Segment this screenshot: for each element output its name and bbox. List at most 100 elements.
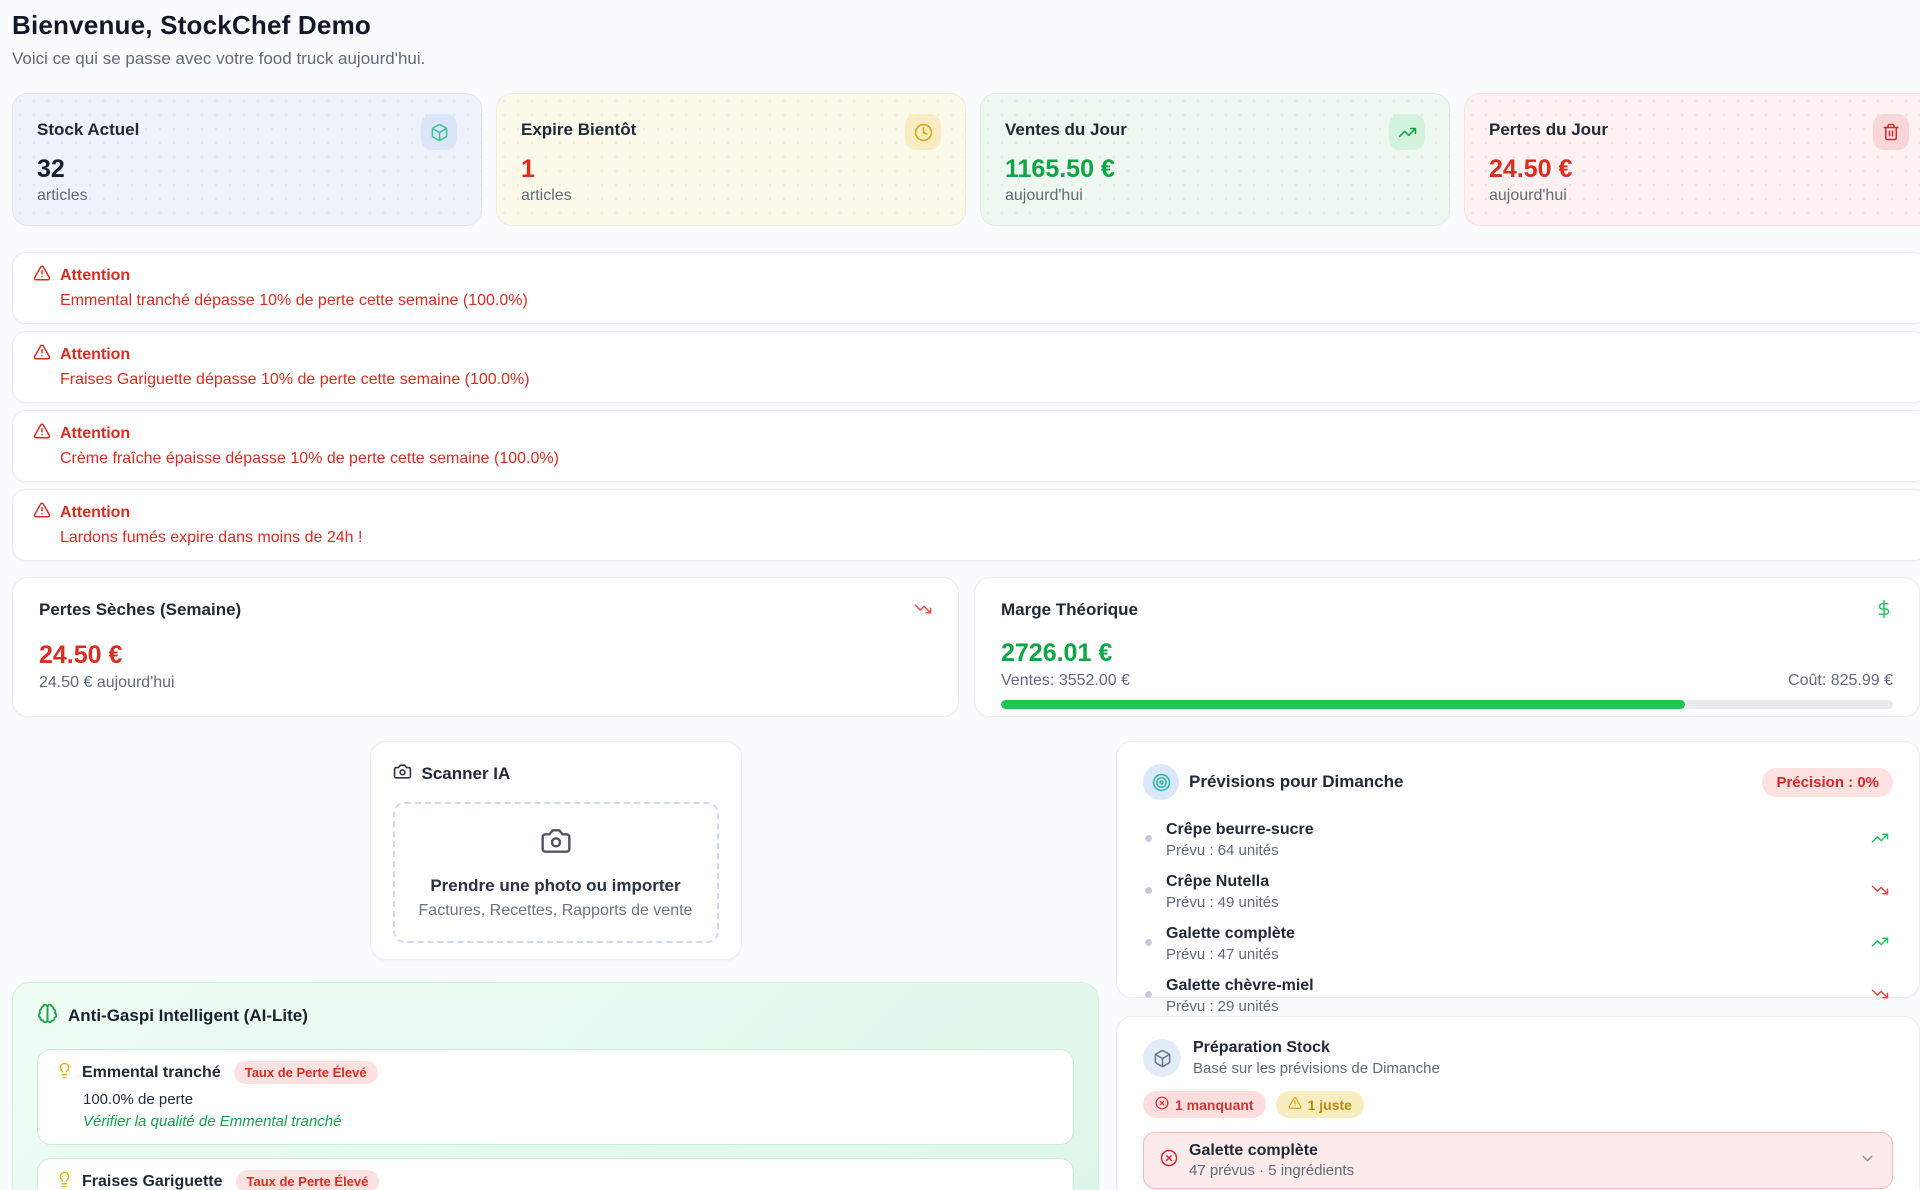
item-name: Emmental tranché (82, 1064, 221, 1082)
bullet-dot-icon (1145, 835, 1152, 842)
scanner-title: Scanner IA (422, 764, 511, 784)
weekly-losses-value: 24.50 € (39, 641, 932, 670)
trending-down-icon (1871, 881, 1889, 904)
weekly-losses-sub: 24.50 € aujourd'hui (39, 674, 932, 692)
bullet-dot-icon (1145, 991, 1152, 998)
alert-triangle-icon (33, 343, 51, 366)
alert-title: Attention (60, 425, 130, 443)
stat-title: Pertes du Jour (1489, 114, 1608, 140)
forecast-item-qty: Prévu : 29 unités (1166, 998, 1314, 1015)
dollar-sign-icon (1875, 600, 1893, 623)
dropzone-title: Prendre une photo ou importer (430, 876, 680, 896)
dashboard-page: Bienvenue, StockChef Demo Voici ce qui s… (0, 0, 1920, 1190)
alert-title: Attention (60, 267, 130, 285)
trending-up-icon (1871, 829, 1889, 852)
camera-icon (393, 762, 412, 786)
bullet-dot-icon (1145, 939, 1152, 946)
prep-row-name: Galette complète (1189, 1142, 1354, 1160)
prep-subtitle: Basé sur les prévisions de Dimanche (1193, 1060, 1440, 1077)
prep-row[interactable]: Galette complète 47 prévus · 5 ingrédien… (1143, 1132, 1893, 1189)
stat-card-expiring[interactable]: Expire Bientôt 1 articles (496, 93, 966, 226)
trending-up-icon (1389, 114, 1425, 150)
margin-value: 2726.01 € (1001, 639, 1893, 668)
trash-icon (1873, 114, 1909, 150)
margin-card: Marge Théorique 2726.01 € Ventes: 3552.0… (974, 577, 1920, 717)
anti-gaspi-item[interactable]: Emmental tranché Taux de Perte Élevé 100… (37, 1049, 1074, 1145)
badge-label: 1 manquant (1175, 1097, 1254, 1113)
scanner-card: Scanner IA Prendre une photo ou importer… (370, 741, 742, 960)
alert-triangle-icon (1288, 1096, 1302, 1113)
weekly-losses-title: Pertes Sèches (Semaine) (39, 600, 241, 620)
margin-title: Marge Théorique (1001, 600, 1138, 620)
x-circle-icon (1160, 1149, 1178, 1172)
loss-rate-badge: Taux de Perte Élevé (234, 1061, 378, 1084)
alert-row[interactable]: Attention Emmental tranché dépasse 10% d… (12, 252, 1920, 324)
forecast-row[interactable]: Crêpe beurre-sucre Prévu : 64 unités (1143, 814, 1893, 866)
forecast-item-name: Crêpe beurre-sucre (1166, 821, 1314, 839)
forecast-item-qty: Prévu : 47 unités (1166, 946, 1295, 963)
forecast-row[interactable]: Galette complète Prévu : 47 unités (1143, 918, 1893, 970)
forecast-title: Prévisions pour Dimanche (1189, 772, 1403, 792)
alert-triangle-icon (33, 501, 51, 524)
stat-card-sales[interactable]: Ventes du Jour 1165.50 € aujourd'hui (980, 93, 1450, 226)
stat-title: Stock Actuel (37, 114, 139, 140)
badge-label: 1 juste (1308, 1097, 1352, 1113)
clock-icon (905, 114, 941, 150)
lightbulb-icon (56, 1171, 73, 1190)
item-recommendation: Vérifier la qualité de Emmental tranché (83, 1113, 1055, 1130)
stat-title: Ventes du Jour (1005, 114, 1127, 140)
photo-upload-dropzone[interactable]: Prendre une photo ou importer Factures, … (393, 802, 719, 943)
trending-up-icon (1871, 933, 1889, 956)
alert-row[interactable]: Attention Fraises Gariguette dépasse 10%… (12, 331, 1920, 403)
alert-title: Attention (60, 504, 130, 522)
loss-rate-badge: Taux de Perte Élevé (236, 1170, 380, 1190)
stock-prep-card: Préparation Stock Basé sur les prévision… (1116, 1016, 1920, 1190)
alert-triangle-icon (33, 422, 51, 445)
margin-progress-track (1001, 700, 1893, 709)
forecast-item-name: Galette chèvre-miel (1166, 977, 1314, 995)
stat-card-losses[interactable]: Pertes du Jour 24.50 € aujourd'hui (1464, 93, 1920, 226)
chevron-down-icon[interactable] (1859, 1150, 1876, 1172)
item-detail: 100.0% de perte (83, 1091, 1055, 1108)
margin-progress-fill (1001, 700, 1685, 709)
package-icon (1143, 1039, 1181, 1077)
alert-message: Fraises Gariguette dépasse 10% de perte … (60, 371, 1907, 389)
anti-gaspi-card: Anti-Gaspi Intelligent (AI-Lite) Emmenta… (12, 982, 1099, 1190)
forecast-row[interactable]: Galette chèvre-miel Prévu : 29 unités (1143, 970, 1893, 1022)
bullet-dot-icon (1145, 887, 1152, 894)
alerts-list: Attention Emmental tranché dépasse 10% d… (12, 252, 1920, 561)
alert-message: Lardons fumés expire dans moins de 24h ! (60, 529, 1907, 547)
stat-value: 1 (521, 155, 941, 184)
alert-row[interactable]: Attention Lardons fumés expire dans moin… (12, 489, 1920, 561)
trending-down-icon (1871, 985, 1889, 1008)
stat-card-stock[interactable]: Stock Actuel 32 articles (12, 93, 482, 226)
stat-label: aujourd'hui (1005, 187, 1425, 205)
alert-message: Emmental tranché dépasse 10% de perte ce… (60, 292, 1907, 310)
tight-count-badge: 1 juste (1276, 1091, 1364, 1118)
accuracy-badge: Précision : 0% (1762, 768, 1893, 797)
prep-title: Préparation Stock (1193, 1039, 1440, 1057)
forecast-card: Prévisions pour Dimanche Précision : 0% … (1116, 741, 1920, 998)
missing-count-badge: 1 manquant (1143, 1091, 1266, 1118)
stat-value: 24.50 € (1489, 155, 1909, 184)
stats-row: Stock Actuel 32 articles Expire Bientôt … (12, 93, 1920, 226)
stat-label: aujourd'hui (1489, 187, 1909, 205)
camera-icon (540, 825, 572, 862)
money-row: Pertes Sèches (Semaine) 24.50 € 24.50 € … (12, 577, 1920, 717)
package-icon (421, 114, 457, 150)
trending-down-icon (914, 600, 932, 623)
alert-triangle-icon (33, 264, 51, 287)
forecast-item-name: Crêpe Nutella (1166, 873, 1279, 891)
brain-icon (37, 1003, 58, 1029)
alert-title: Attention (60, 346, 130, 364)
stat-value: 1165.50 € (1005, 155, 1425, 184)
x-circle-icon (1155, 1096, 1169, 1113)
weekly-losses-card: Pertes Sèches (Semaine) 24.50 € 24.50 € … (12, 577, 959, 717)
forecast-item-qty: Prévu : 49 unités (1166, 894, 1279, 911)
anti-gaspi-item[interactable]: Fraises Gariguette Taux de Perte Élevé 1… (37, 1158, 1074, 1190)
alert-row[interactable]: Attention Crème fraîche épaisse dépasse … (12, 410, 1920, 482)
stat-label: articles (521, 187, 941, 205)
prep-row-detail: 47 prévus · 5 ingrédients (1189, 1162, 1354, 1179)
forecast-item-name: Galette complète (1166, 925, 1295, 943)
forecast-row[interactable]: Crêpe Nutella Prévu : 49 unités (1143, 866, 1893, 918)
